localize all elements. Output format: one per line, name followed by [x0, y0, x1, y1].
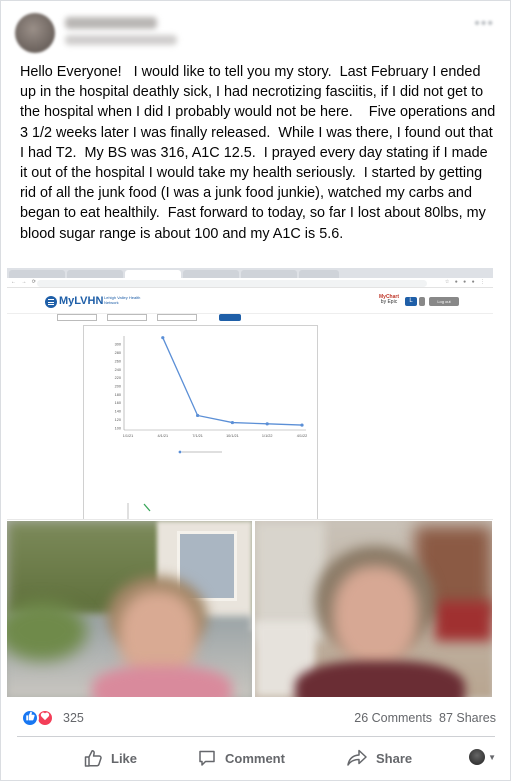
y-tick-label: 300	[115, 343, 121, 347]
filter-field	[107, 314, 147, 321]
filter-field	[157, 314, 197, 321]
author-name[interactable]	[65, 17, 157, 29]
network-name: Lehigh Valley Health Network	[104, 295, 141, 305]
comment-label: Comment	[225, 750, 285, 766]
share-label: Share	[376, 750, 413, 766]
data-point	[196, 413, 200, 418]
x-tick-label: 4/1/21	[158, 434, 169, 438]
post-meta	[65, 35, 177, 45]
browser-tab	[67, 270, 123, 278]
mychart-logo: MyChart by Epic	[379, 295, 399, 305]
y-tick-label: 260	[115, 359, 121, 363]
x-tick-label: 4/1/22	[297, 434, 308, 438]
y-tick-label: 160	[115, 401, 121, 405]
glucose-chart-svg: 300 280 260 240 220 200 180 160 140 120 1001/1/21 4…	[115, 336, 308, 519]
photo-indoor[interactable]	[255, 521, 492, 697]
apply-filter-button	[219, 314, 241, 321]
browser-extension-icons: ☆ ● ● ● ⋮	[444, 279, 487, 285]
shares-count[interactable]: 87 Shares	[439, 711, 496, 725]
browser-tab-bar	[7, 268, 493, 278]
browser-url-bar: ← → ⟳ ☆ ● ● ● ⋮	[7, 278, 493, 288]
comment-icon	[197, 748, 217, 768]
y-tick-label: 200	[115, 384, 121, 388]
x-tick-label: 10/1/21	[226, 434, 239, 438]
y-tick-label: 240	[115, 368, 121, 372]
legend-marker	[178, 450, 182, 454]
x-tick-label: 1/1/22	[262, 434, 273, 438]
date-filters	[57, 314, 257, 322]
series-line	[162, 337, 303, 426]
y-tick-label: 100	[115, 426, 121, 430]
browser-tab	[299, 270, 339, 278]
filter-field	[57, 314, 97, 321]
like-label: Like	[111, 750, 138, 766]
post-card: ••• Hello Everyone! I would like to tell…	[0, 0, 511, 781]
x-tick-label: 7/1/21	[192, 434, 203, 438]
y-tick-label: 220	[115, 376, 121, 380]
comments-count[interactable]: 26 Comments	[354, 711, 432, 725]
help-icon	[419, 297, 425, 306]
data-point	[300, 423, 304, 427]
browser-tab	[183, 270, 239, 278]
user-badge: L	[405, 297, 417, 306]
like-reaction-icon[interactable]	[21, 709, 39, 727]
browser-tab	[241, 270, 297, 278]
url-field	[37, 280, 427, 287]
x-tick-label: 1/1/21	[123, 434, 134, 438]
photo-outdoor[interactable]	[7, 521, 252, 697]
menu-icon	[45, 296, 57, 308]
divider	[17, 736, 495, 737]
data-point	[161, 336, 165, 340]
data-point	[265, 422, 269, 426]
epic-label: by Epic	[380, 299, 398, 305]
share-button[interactable]: Share	[346, 747, 412, 769]
reaction-count[interactable]: 325	[63, 711, 84, 725]
portal-header: MyLVHN Lehigh Valley Health Network MyCh…	[7, 288, 493, 314]
glucose-chart: 300 280 260 240 220 200 180 160 140 120 100 1/1/21 4…	[83, 325, 318, 519]
profile-avatar	[469, 749, 486, 765]
logout-button: Log out	[429, 297, 459, 306]
y-tick-label: 280	[115, 351, 121, 355]
portal-logo: MyLVHN	[59, 295, 104, 307]
engagement-counts: 26 Comments 87 Shares	[354, 711, 496, 725]
second-chart-line	[143, 503, 151, 512]
y-tick-label: 180	[115, 393, 121, 397]
data-point	[230, 420, 234, 425]
browser-tab	[9, 270, 65, 278]
attached-screenshot[interactable]: ← → ⟳ ☆ ● ● ● ⋮ MyLVHN Lehigh Valley Hea…	[7, 268, 493, 520]
y-tick-label: 120	[115, 418, 121, 422]
browser-nav-icons: ← → ⟳	[11, 279, 38, 285]
thumbs-up-icon	[83, 748, 103, 768]
chevron-down-icon: ▼	[488, 752, 496, 762]
react-as-selector[interactable]: ▼	[469, 749, 496, 765]
comment-button[interactable]: Comment	[197, 747, 285, 769]
post-text: Hello Everyone! I would like to tell you…	[20, 64, 500, 242]
author-avatar[interactable]	[15, 13, 55, 53]
more-options-icon[interactable]: •••	[474, 15, 494, 33]
browser-tab	[125, 270, 181, 278]
y-tick-label: 140	[115, 410, 121, 414]
share-icon	[346, 748, 368, 768]
like-button[interactable]: Like	[83, 747, 137, 769]
